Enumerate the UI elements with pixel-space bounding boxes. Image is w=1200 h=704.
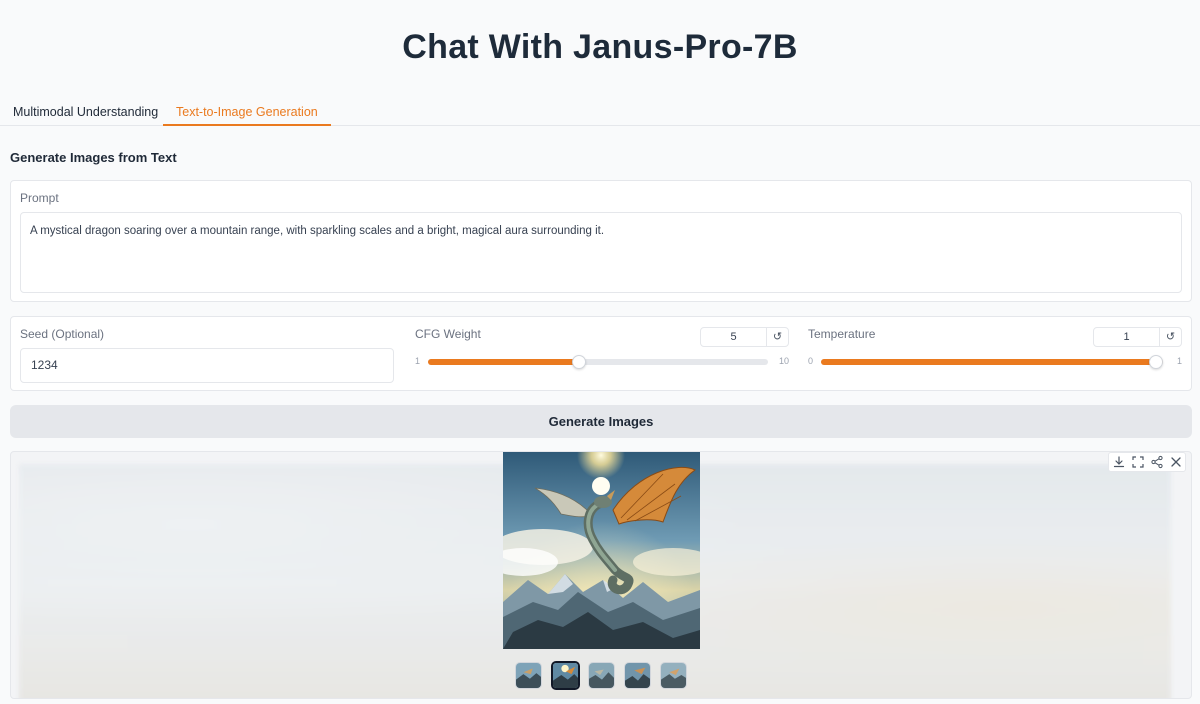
close-icon[interactable] [1169,455,1183,469]
tab-text-to-image-generation[interactable]: Text-to-Image Generation [163,98,331,126]
seed-input[interactable]: 1234 [20,348,394,383]
cfg-max-label: 10 [778,356,789,366]
gallery-toolbar [1108,452,1186,472]
temperature-label: Temperature [808,327,876,341]
temperature-value[interactable]: 1 [1094,328,1159,346]
temperature-control: Temperature 1 ↺ 0 1 [808,317,1182,392]
cfg-weight-label: CFG Weight [415,327,481,341]
prompt-textarea[interactable]: A mystical dragon soaring over a mountai… [20,212,1182,293]
thumbnail-4[interactable] [624,662,651,689]
cfg-weight-value[interactable]: 5 [701,328,766,346]
cfg-min-label: 1 [415,356,421,366]
thumbnail-image [553,663,578,688]
temperature-slider-track[interactable] [821,355,1163,369]
seed-label: Seed (Optional) [20,327,105,341]
tab-multimodal-understanding[interactable]: Multimodal Understanding [0,98,171,126]
cfg-slider-thumb[interactable] [572,355,587,369]
app-title: Chat With Janus-Pro-7B [402,28,798,66]
temperature-slider-thumb[interactable] [1149,355,1163,369]
controls-panel: Seed (Optional) 1234 CFG Weight 5 ↺ 1 10… [10,316,1192,391]
section-title: Generate Images from Text [10,150,177,165]
share-icon[interactable] [1150,455,1164,469]
thumbnail-image [661,663,686,688]
cfg-slider-fill [428,359,580,365]
temperature-slider-fill [821,359,1163,365]
thumbnail-3[interactable] [588,662,615,689]
dragon-image [503,452,700,649]
thumbnail-image [516,663,541,688]
temperature-min-label: 0 [808,356,814,366]
image-gallery [10,451,1192,699]
thumbnail-5[interactable] [660,662,687,689]
download-icon[interactable] [1112,455,1126,469]
thumbnail-image [625,663,650,688]
cfg-reset-icon[interactable]: ↺ [766,328,788,346]
thumbnail-strip [515,661,695,690]
generated-image[interactable] [503,452,700,649]
generate-images-button[interactable]: Generate Images [10,405,1192,438]
cfg-weight-number: 5 ↺ [700,327,789,347]
thumbnail-image [589,663,614,688]
tab-bar: Multimodal Understanding Text-to-Image G… [0,98,1200,126]
fullscreen-icon[interactable] [1131,455,1145,469]
cfg-weight-control: CFG Weight 5 ↺ 1 10 [415,317,789,392]
prompt-label: Prompt [20,191,59,205]
temperature-max-label: 1 [1176,356,1182,366]
thumbnail-1[interactable] [515,662,542,689]
temperature-reset-icon[interactable]: ↺ [1159,328,1181,346]
thumbnail-2[interactable] [551,661,580,690]
prompt-panel: Prompt A mystical dragon soaring over a … [10,180,1192,302]
temperature-number: 1 ↺ [1093,327,1182,347]
cfg-slider-track[interactable] [428,355,768,369]
